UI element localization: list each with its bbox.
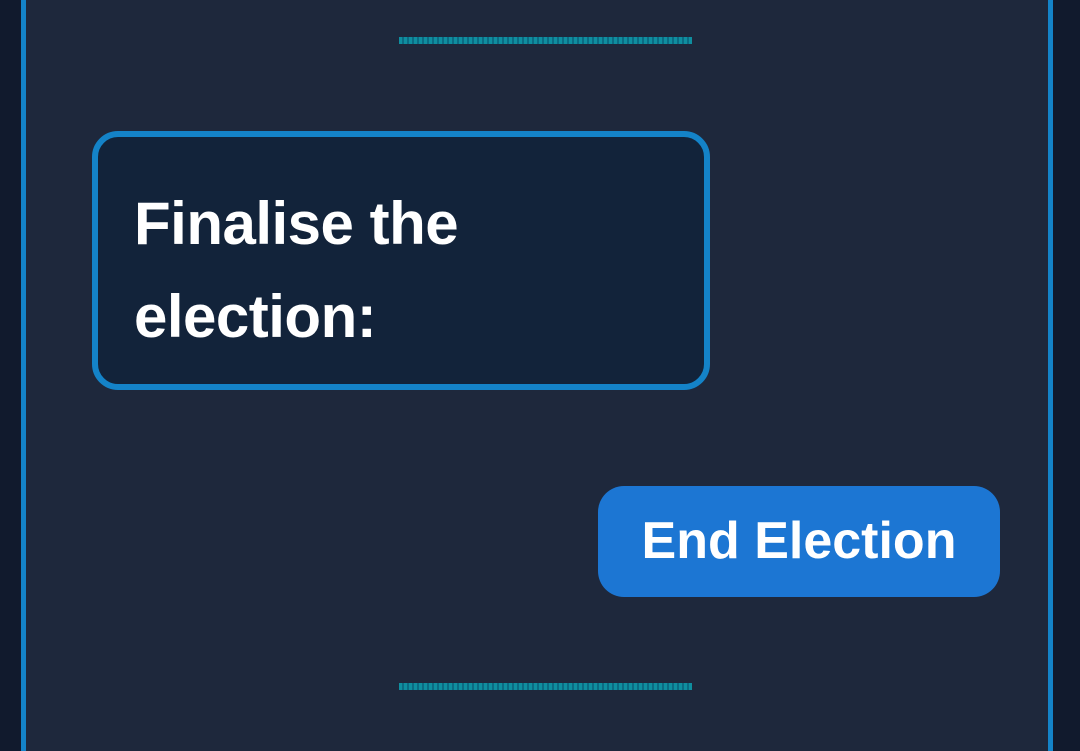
finalise-election-card: Finalise the election: — [92, 131, 710, 390]
finalise-election-label: Finalise the election: — [134, 190, 459, 350]
end-election-button[interactable]: End Election — [598, 486, 1000, 597]
election-panel: Finalise the election: End Election — [21, 0, 1053, 751]
top-divider — [399, 37, 692, 44]
bottom-divider — [399, 683, 692, 690]
